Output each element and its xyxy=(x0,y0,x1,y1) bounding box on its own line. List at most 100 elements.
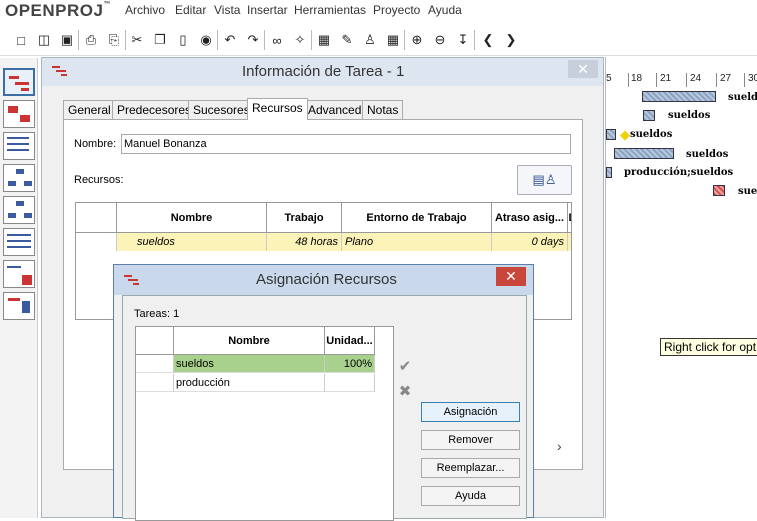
toolbar-separator xyxy=(404,30,405,50)
undo-icon[interactable]: ↶ xyxy=(222,32,238,48)
dialog-body: Tareas: 1 Nombre Unidad... sueldos 100% … xyxy=(122,295,527,521)
app-logo: OPENPROJ™ xyxy=(5,1,111,20)
open-folder-icon[interactable]: ◫ xyxy=(36,32,52,48)
gantt-bar[interactable] xyxy=(642,91,716,102)
task-usage-view-button[interactable] xyxy=(3,228,35,256)
menu-proyecto[interactable]: Proyecto xyxy=(373,3,420,17)
tab-predecesores[interactable]: Predecesores xyxy=(112,100,197,119)
assign-resources-dialog: Asignación Recursos ✕ Tareas: 1 Nombre U… xyxy=(113,264,534,521)
assignment-table[interactable]: Nombre Unidad... sueldos 100% producción xyxy=(135,326,394,521)
gantt-bar[interactable] xyxy=(713,185,725,196)
report-view-button[interactable] xyxy=(3,260,35,288)
window-icon xyxy=(124,275,140,285)
scroll-to-task-icon[interactable]: ↧ xyxy=(455,32,471,48)
gantt-bar[interactable] xyxy=(643,110,655,121)
check-icon[interactable]: ✔ xyxy=(396,357,414,375)
gantt-bar[interactable] xyxy=(606,129,616,140)
menu-vista[interactable]: Vista xyxy=(214,3,240,17)
help-button[interactable]: Ayuda xyxy=(421,486,520,506)
assign-resources-icon[interactable]: ♙ xyxy=(362,32,378,48)
gantt-bar-label: sueldos xyxy=(686,149,729,160)
zoom-out-icon[interactable]: ⊖ xyxy=(432,32,448,48)
tab-recursos[interactable]: Recursos xyxy=(247,98,308,120)
gantt-bar-label: sue xyxy=(738,186,757,197)
toolbar: □ ◫ ▣ ⎙ ⎘ ✂ ❐ ▯ ◉ ↶ ↷ ∞ ✧ ▦ ✎ ♙ ▦ ⊕ ⊖ ↧ … xyxy=(0,24,757,56)
column-header-nombre[interactable]: Nombre xyxy=(117,203,267,233)
unlink-icon[interactable]: ✧ xyxy=(292,32,308,48)
gantt-chart[interactable]: 5 18 21 24 27 30 sueldos sueldos ◆ sueld… xyxy=(605,57,757,518)
tab-advanced[interactable]: Advanced xyxy=(303,100,367,119)
menu-insertar[interactable]: Insertar xyxy=(247,3,288,17)
dialog-title-bar[interactable]: Asignación Recursos ✕ xyxy=(114,265,533,295)
column-header-atraso[interactable]: Atraso asig... xyxy=(492,203,568,233)
link-icon[interactable]: ∞ xyxy=(269,32,285,48)
close-icon[interactable]: ✕ xyxy=(496,267,526,286)
remove-button[interactable]: Remover xyxy=(421,430,520,450)
column-header-d[interactable]: D xyxy=(568,203,571,233)
cell-d[interactable] xyxy=(568,233,571,251)
cell-atraso[interactable]: 0 days xyxy=(492,233,568,251)
cell-unidades[interactable] xyxy=(325,374,375,392)
task-info-icon[interactable]: ▦ xyxy=(316,32,332,48)
cell-nombre[interactable]: sueldos xyxy=(174,355,325,373)
gantt-view-button[interactable] xyxy=(3,68,35,96)
zoom-in-icon[interactable]: ⊕ xyxy=(409,32,425,48)
gantt-bar-label: sueldos xyxy=(630,129,673,140)
menu-herramientas[interactable]: Herramientas xyxy=(294,3,366,17)
dialog-title-bar[interactable]: Información de Tarea - 1 ✕ xyxy=(42,58,603,86)
gantt-tick-separator xyxy=(744,73,745,87)
cell-entorno[interactable]: Plano xyxy=(342,233,492,251)
assign-resources-button[interactable]: ▤♙ xyxy=(517,165,572,195)
gantt-tick: 21 xyxy=(660,73,672,84)
tab-general[interactable]: General xyxy=(63,100,116,119)
new-file-icon[interactable]: □ xyxy=(13,32,29,48)
network-view-button[interactable] xyxy=(3,100,35,128)
cell-unidades[interactable]: 100% xyxy=(325,355,375,373)
resource-usage-view-button[interactable] xyxy=(3,132,35,160)
rbs-view-button[interactable] xyxy=(3,196,35,224)
toolbar-separator xyxy=(264,30,265,50)
cell-nombre[interactable]: producción xyxy=(174,374,325,392)
tab-notas[interactable]: Notas xyxy=(362,100,404,119)
print-icon[interactable]: ⎙ xyxy=(83,32,99,48)
scroll-right-icon[interactable]: › xyxy=(557,438,562,454)
calendar-icon[interactable]: ▦ xyxy=(385,32,401,48)
gantt-bar-label: sueldos xyxy=(668,110,711,121)
menu-editar[interactable]: Editar xyxy=(175,3,206,17)
tab-sucesores[interactable]: Sucesores xyxy=(188,100,255,119)
notes-icon[interactable]: ✎ xyxy=(339,32,355,48)
gantt-bar[interactable] xyxy=(606,167,612,178)
copy-icon[interactable]: ❐ xyxy=(152,32,168,48)
close-icon[interactable]: ✕ xyxy=(568,60,598,78)
find-icon[interactable]: ◉ xyxy=(198,32,214,48)
gantt-tick-separator xyxy=(716,73,717,87)
previous-icon[interactable]: ❮ xyxy=(480,32,496,48)
wbs-view-button[interactable] xyxy=(3,164,35,192)
gantt-tick: 27 xyxy=(720,73,732,84)
redo-icon[interactable]: ↷ xyxy=(245,32,261,48)
column-header-trabajo[interactable]: Trabajo xyxy=(267,203,342,233)
column-header-entorno[interactable]: Entorno de Trabajo xyxy=(342,203,492,233)
toolbar-separator xyxy=(78,30,79,50)
gantt-bar-label: sueldos xyxy=(728,92,757,103)
menu-ayuda[interactable]: Ayuda xyxy=(428,3,462,17)
column-header-unidades[interactable]: Unidad... xyxy=(325,327,375,355)
paste-icon[interactable]: ▯ xyxy=(175,32,191,48)
menu-archivo[interactable]: Archivo xyxy=(125,3,165,17)
print-preview-icon[interactable]: ⎘ xyxy=(106,32,122,48)
resource-sheet-view-button[interactable] xyxy=(3,292,35,320)
cut-icon[interactable]: ✂ xyxy=(129,32,145,48)
row-header xyxy=(136,374,174,392)
gantt-bar[interactable] xyxy=(614,148,674,159)
next-icon[interactable]: ❯ xyxy=(503,32,519,48)
cell-trabajo[interactable]: 48 horas xyxy=(267,233,342,251)
save-icon[interactable]: ▣ xyxy=(59,32,75,48)
cell-nombre[interactable]: sueldos xyxy=(117,233,267,251)
gantt-tick-separator xyxy=(628,73,629,87)
column-header-nombre[interactable]: Nombre xyxy=(174,327,325,355)
replace-button[interactable]: Reemplazar... xyxy=(421,458,520,478)
name-field[interactable]: Manuel Bonanza xyxy=(121,134,571,154)
remove-icon[interactable]: ✖ xyxy=(396,382,414,400)
row-header xyxy=(136,355,174,373)
assign-button[interactable]: Asignación xyxy=(421,402,520,422)
